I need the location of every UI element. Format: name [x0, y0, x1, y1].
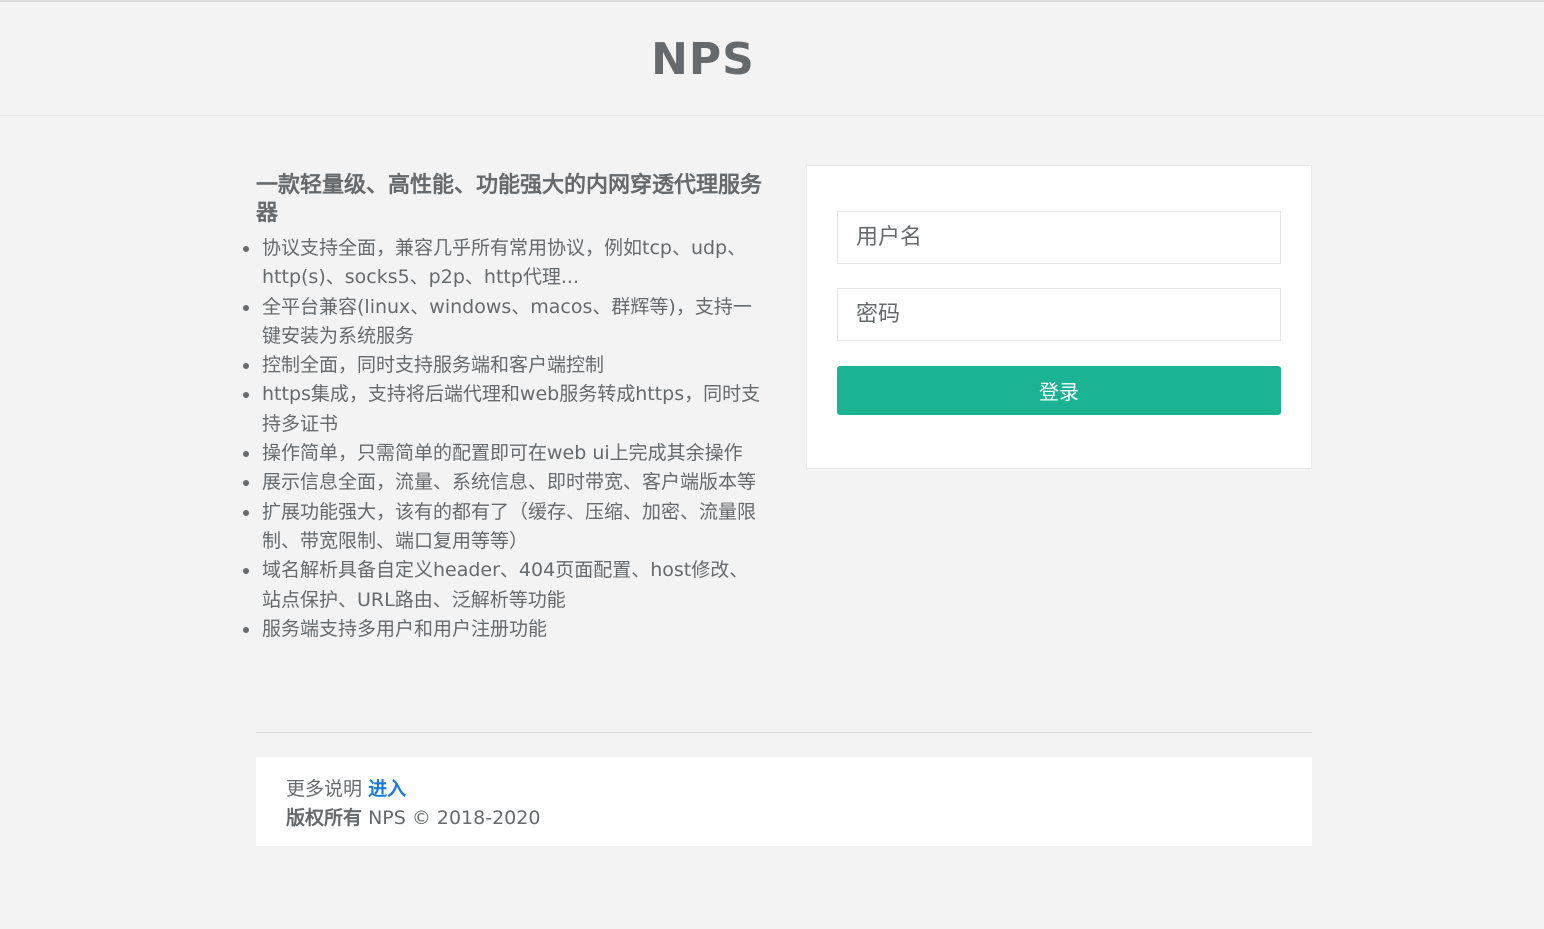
bullet-icon: [243, 480, 249, 487]
more-info-label: 更多说明: [286, 778, 363, 800]
list-item: 协议支持全面，兼容几乎所有常用协议，例如tcp、udp、http(s)、sock…: [243, 234, 766, 293]
intro-title: 一款轻量级、高性能、功能强大的内网穿透代理服务器: [256, 173, 763, 226]
feature-text: https集成，支持将后端代理和web服务转成https，同时支持多证书: [262, 383, 761, 435]
list-item: https集成，支持将后端代理和web服务转成https，同时支持多证书: [243, 380, 766, 439]
feature-text: 展示信息全面，流量、系统信息、即时带宽、客户端版本等: [262, 471, 757, 494]
feature-text: 全平台兼容(linux、windows、macos、群辉等)，支持一键安装为系统…: [262, 295, 752, 347]
feature-text: 协议支持全面，兼容几乎所有常用协议，例如tcp、udp、http(s)、sock…: [262, 237, 747, 289]
username-input[interactable]: [837, 211, 1281, 264]
bullet-icon: [243, 246, 249, 252]
bullet-icon: [243, 304, 249, 311]
more-info-link[interactable]: 进入: [368, 778, 406, 800]
password-input[interactable]: [837, 288, 1281, 341]
bullet-icon: [243, 509, 249, 516]
bullet-icon: [243, 392, 249, 399]
more-info-line: 更多说明 进入: [286, 775, 1282, 804]
feature-text: 控制全面，同时支持服务端和客户端控制: [262, 354, 605, 377]
copyright-label: 版权所有: [286, 807, 363, 829]
intro-section: 一款轻量级、高性能、功能强大的内网穿透代理服务器 协议支持全面，兼容几乎所有常用…: [243, 172, 766, 644]
list-item: 展示信息全面，流量、系统信息、即时带宽、客户端版本等: [243, 468, 766, 497]
bullet-icon: [243, 363, 249, 370]
bullet-icon: [243, 626, 249, 633]
feature-text: 操作简单，只需简单的配置即可在web ui上完成其余操作: [262, 442, 743, 465]
bullet-icon: [243, 451, 249, 458]
list-item: 扩展功能强大，该有的都有了（缓存、压缩、加密、流量限制、带宽限制、端口复用等等）: [243, 498, 766, 557]
feature-text: 域名解析具备自定义header、404页面配置、host修改、站点保护、URL路…: [262, 559, 749, 611]
copyright-text: NPS © 2018-2020: [368, 807, 541, 829]
list-item: 服务端支持多用户和用户注册功能: [243, 615, 766, 644]
login-form: 登录: [806, 165, 1312, 469]
feature-text: 扩展功能强大，该有的都有了（缓存、压缩、加密、流量限制、带宽限制、端口复用等等）: [262, 500, 757, 552]
copyright-line: 版权所有 NPS © 2018-2020: [286, 804, 1282, 833]
feature-list: 协议支持全面，兼容几乎所有常用协议，例如tcp、udp、http(s)、sock…: [243, 234, 766, 644]
list-item: 域名解析具备自定义header、404页面配置、host修改、站点保护、URL路…: [243, 556, 766, 615]
list-item: 全平台兼容(linux、windows、macos、群辉等)，支持一键安装为系统…: [243, 293, 766, 352]
bullet-icon: [243, 568, 249, 575]
list-item: 操作简单，只需简单的配置即可在web ui上完成其余操作: [243, 439, 766, 468]
page-header: NPS: [0, 2, 1544, 116]
list-item: 控制全面，同时支持服务端和客户端控制: [243, 351, 766, 380]
page-footer: 更多说明 进入 版权所有 NPS © 2018-2020: [256, 757, 1312, 846]
login-button[interactable]: 登录: [837, 366, 1281, 415]
divider: [256, 732, 1312, 733]
feature-text: 服务端支持多用户和用户注册功能: [262, 617, 548, 640]
brand-title: NPS: [651, 34, 755, 85]
